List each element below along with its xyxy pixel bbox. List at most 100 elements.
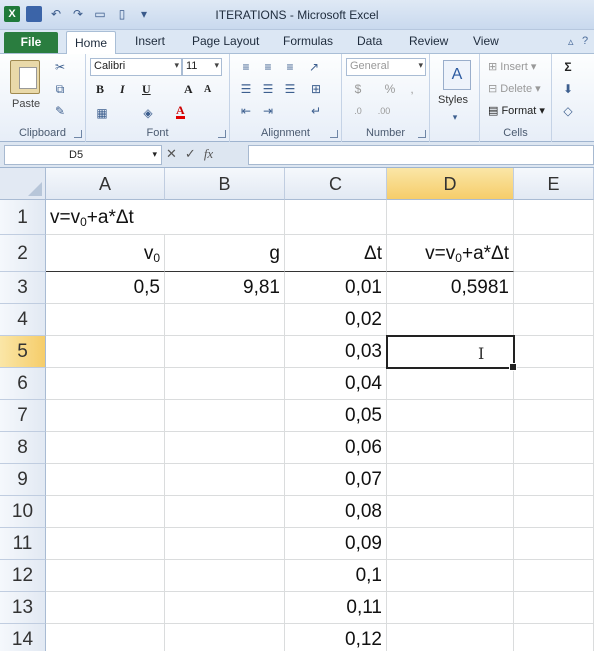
alignment-launcher-icon[interactable] bbox=[330, 130, 338, 138]
align-middle-icon[interactable]: ≡ bbox=[260, 60, 276, 74]
cell-a7[interactable] bbox=[46, 400, 165, 432]
row-header-13[interactable]: 13 bbox=[0, 592, 46, 624]
row-header-10[interactable]: 10 bbox=[0, 496, 46, 528]
cell-a9[interactable] bbox=[46, 464, 165, 496]
borders-icon[interactable]: ▦ bbox=[94, 106, 110, 120]
tab-file[interactable]: File bbox=[4, 32, 58, 53]
name-box[interactable]: D5 ▾ bbox=[4, 145, 162, 165]
tab-insert[interactable]: Insert bbox=[135, 34, 165, 48]
delete-cells-button[interactable]: ⊟ Delete ▾ bbox=[488, 82, 541, 95]
cell-b7[interactable] bbox=[165, 400, 285, 432]
tab-page-layout[interactable]: Page Layout bbox=[192, 34, 259, 48]
cell-c10[interactable]: 0,08 bbox=[285, 496, 387, 528]
cell-b11[interactable] bbox=[165, 528, 285, 560]
increase-decimal-icon[interactable]: .0 bbox=[350, 104, 366, 118]
cell-b12[interactable] bbox=[165, 560, 285, 592]
clipboard-launcher-icon[interactable] bbox=[74, 130, 82, 138]
cell-d3[interactable]: 0,5981 bbox=[387, 272, 514, 304]
styles-icon[interactable]: A bbox=[443, 60, 471, 90]
insert-function-icon[interactable]: fx bbox=[204, 146, 213, 162]
font-size-combo[interactable]: 11 ▾ bbox=[182, 58, 222, 76]
cut-icon[interactable]: ✂ bbox=[52, 60, 68, 74]
row-header-8[interactable]: 8 bbox=[0, 432, 46, 464]
number-format-combo[interactable]: General ▾ bbox=[346, 58, 426, 76]
confirm-entry-icon[interactable]: ✓ bbox=[185, 146, 196, 162]
cell-a12[interactable] bbox=[46, 560, 165, 592]
cell-d6[interactable] bbox=[387, 368, 514, 400]
select-all-button[interactable] bbox=[0, 168, 46, 200]
cell-a11[interactable] bbox=[46, 528, 165, 560]
row-header-11[interactable]: 11 bbox=[0, 528, 46, 560]
cell-b4[interactable] bbox=[165, 304, 285, 336]
cell-c12[interactable]: 0,1 bbox=[285, 560, 387, 592]
cell-e11[interactable] bbox=[514, 528, 594, 560]
cell-e14[interactable] bbox=[514, 624, 594, 651]
row-header-5[interactable]: 5 bbox=[0, 336, 46, 368]
cell-e6[interactable] bbox=[514, 368, 594, 400]
cell-a13[interactable] bbox=[46, 592, 165, 624]
help-icon[interactable]: ? bbox=[582, 35, 588, 47]
font-launcher-icon[interactable] bbox=[218, 130, 226, 138]
column-header-d[interactable]: D bbox=[387, 168, 514, 200]
cell-c8[interactable]: 0,06 bbox=[285, 432, 387, 464]
cell-d11[interactable] bbox=[387, 528, 514, 560]
cell-e1[interactable] bbox=[514, 200, 594, 235]
decrease-indent-icon[interactable]: ⇤ bbox=[238, 104, 254, 118]
cell-a8[interactable] bbox=[46, 432, 165, 464]
minimize-ribbon-icon[interactable]: ▵ bbox=[568, 35, 574, 48]
cell-d12[interactable] bbox=[387, 560, 514, 592]
cell-e9[interactable] bbox=[514, 464, 594, 496]
tab-review[interactable]: Review bbox=[409, 34, 448, 48]
percent-icon[interactable]: % bbox=[382, 82, 398, 96]
cell-e12[interactable] bbox=[514, 560, 594, 592]
cell-b9[interactable] bbox=[165, 464, 285, 496]
format-painter-icon[interactable]: ✎ bbox=[52, 104, 68, 118]
clear-icon[interactable]: ◇ bbox=[560, 104, 576, 118]
column-header-c[interactable]: C bbox=[285, 168, 387, 200]
orientation-icon[interactable]: ↗ bbox=[306, 60, 322, 74]
column-header-a[interactable]: A bbox=[46, 168, 165, 200]
cell-d14[interactable] bbox=[387, 624, 514, 651]
merge-center-icon[interactable]: ⊞ bbox=[308, 82, 324, 96]
decrease-decimal-icon[interactable]: .00 bbox=[376, 104, 392, 118]
styles-button-label[interactable]: Styles bbox=[438, 94, 468, 106]
cell-b8[interactable] bbox=[165, 432, 285, 464]
cell-a3[interactable]: 0,5 bbox=[46, 272, 165, 304]
cell-c9[interactable]: 0,07 bbox=[285, 464, 387, 496]
cell-b14[interactable] bbox=[165, 624, 285, 651]
cell-b3[interactable]: 9,81 bbox=[165, 272, 285, 304]
cell-d7[interactable] bbox=[387, 400, 514, 432]
cell-e10[interactable] bbox=[514, 496, 594, 528]
shrink-font-icon[interactable]: A bbox=[204, 84, 211, 95]
cell-d8[interactable] bbox=[387, 432, 514, 464]
paste-icon[interactable] bbox=[10, 60, 40, 94]
tab-view[interactable]: View bbox=[473, 34, 499, 48]
align-bottom-icon[interactable]: ≡ bbox=[282, 60, 298, 74]
autosum-icon[interactable]: Σ bbox=[560, 60, 576, 74]
cell-e7[interactable] bbox=[514, 400, 594, 432]
cell-c1[interactable] bbox=[285, 200, 387, 235]
number-launcher-icon[interactable] bbox=[418, 130, 426, 138]
cell-c6[interactable]: 0,04 bbox=[285, 368, 387, 400]
row-header-3[interactable]: 3 bbox=[0, 272, 46, 304]
cell-b5[interactable] bbox=[165, 336, 285, 368]
cancel-entry-icon[interactable]: ✕ bbox=[166, 146, 177, 162]
cell-c3[interactable]: 0,01 bbox=[285, 272, 387, 304]
bold-icon[interactable]: B bbox=[96, 82, 104, 97]
formula-input[interactable] bbox=[248, 145, 594, 165]
cell-c7[interactable]: 0,05 bbox=[285, 400, 387, 432]
cell-b2[interactable]: g bbox=[165, 235, 285, 272]
cell-d2[interactable]: v=v0+a*Δt bbox=[387, 235, 514, 272]
column-header-b[interactable]: B bbox=[165, 168, 285, 200]
column-header-e[interactable]: E bbox=[514, 168, 594, 200]
increase-indent-icon[interactable]: ⇥ bbox=[260, 104, 276, 118]
cell-e8[interactable] bbox=[514, 432, 594, 464]
cell-a6[interactable] bbox=[46, 368, 165, 400]
align-left-icon[interactable]: ☰ bbox=[238, 82, 254, 96]
cell-e4[interactable] bbox=[514, 304, 594, 336]
cell-d9[interactable] bbox=[387, 464, 514, 496]
currency-icon[interactable]: $ bbox=[350, 82, 366, 96]
row-header-7[interactable]: 7 bbox=[0, 400, 46, 432]
insert-cells-button[interactable]: ⊞ Insert ▾ bbox=[488, 60, 536, 73]
cell-a10[interactable] bbox=[46, 496, 165, 528]
